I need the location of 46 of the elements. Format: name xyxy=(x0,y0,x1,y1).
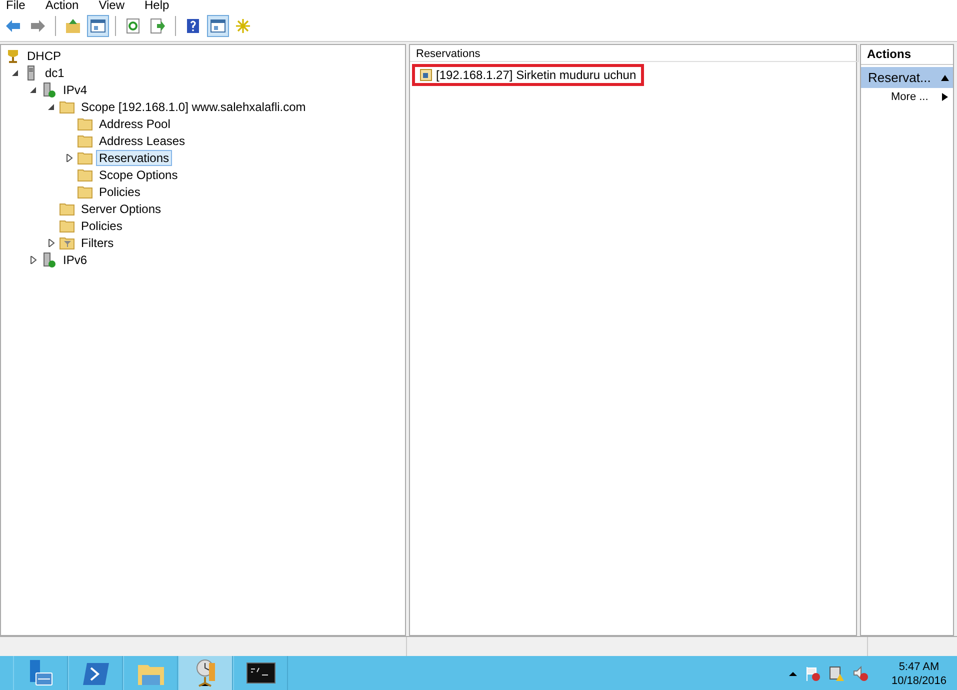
pane-icon[interactable] xyxy=(87,15,109,37)
tree-item[interactable]: IPv4 xyxy=(60,82,90,98)
trophy-icon xyxy=(5,48,21,64)
taskbar-app[interactable] xyxy=(13,656,68,690)
folder-icon xyxy=(77,184,93,200)
speaker-muted-icon[interactable] xyxy=(853,666,869,682)
tree-item[interactable]: dc1 xyxy=(42,64,68,80)
folder-icon xyxy=(77,166,93,182)
menu-item[interactable]: View xyxy=(98,0,124,11)
tree-item[interactable]: Policies xyxy=(96,184,144,200)
menu-item[interactable]: Help xyxy=(144,0,170,11)
network-warning-icon[interactable] xyxy=(829,666,845,682)
actions-section-header[interactable]: Reservat... xyxy=(861,67,953,88)
column-header[interactable]: Reservations xyxy=(410,45,859,62)
flag-error-icon[interactable] xyxy=(805,666,821,682)
list-item[interactable]: [192.168.1.27] Sirketin muduru uchun xyxy=(412,64,644,86)
folder-icon xyxy=(77,150,93,166)
show-hidden-icons-icon[interactable] xyxy=(789,670,797,678)
tree-item[interactable]: Scope Options xyxy=(96,166,181,182)
taskbar-app[interactable] xyxy=(233,656,288,690)
server-check-icon xyxy=(41,252,57,268)
tree-item[interactable]: Reservations xyxy=(96,150,172,166)
folder-icon xyxy=(59,98,75,114)
clock[interactable]: 5:47 AM 10/18/2016 xyxy=(887,660,951,688)
more-link[interactable]: More ... xyxy=(861,88,953,106)
menu-item[interactable]: File xyxy=(6,0,26,11)
tree-item[interactable]: DHCP xyxy=(24,48,64,64)
folder-icon xyxy=(77,132,93,148)
tree-item[interactable]: Filters xyxy=(78,234,117,250)
tree-item[interactable]: Address Leases xyxy=(96,132,188,148)
tree-item[interactable]: Server Options xyxy=(78,200,164,216)
collapse-arrow-icon xyxy=(941,74,949,82)
actions-title: Actions xyxy=(861,45,953,65)
menu-item[interactable]: Action xyxy=(45,0,79,11)
folder-icon xyxy=(59,218,75,234)
pane-icon[interactable] xyxy=(207,15,229,37)
submenu-arrow-icon xyxy=(941,93,949,101)
tree-item[interactable]: Address Pool xyxy=(96,116,174,132)
tree-item[interactable]: Policies xyxy=(78,218,126,234)
folder-icon xyxy=(77,116,93,132)
folder-icon xyxy=(59,200,75,216)
server-check-icon xyxy=(41,82,57,98)
filter-folder-icon xyxy=(59,234,75,250)
tree-item[interactable]: Scope [192.168.1.0] www.salehxalafli.com xyxy=(78,98,309,114)
reservation-icon xyxy=(420,69,432,81)
tree-item[interactable]: IPv6 xyxy=(60,252,90,268)
